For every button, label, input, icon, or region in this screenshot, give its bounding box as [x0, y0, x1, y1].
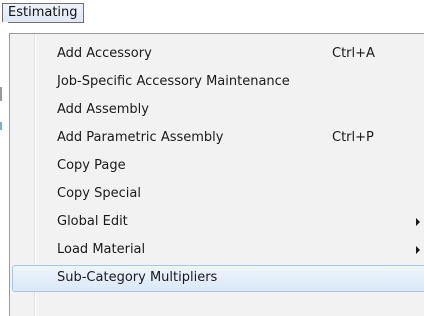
menu-item-copy-page[interactable]: Copy Page	[12, 153, 424, 180]
estimating-dropdown-menu: Add Accessory Ctrl+A Job-Specific Access…	[9, 33, 424, 316]
menu-item-add-assembly[interactable]: Add Assembly	[12, 97, 424, 124]
background-window-edge	[0, 22, 8, 316]
background-fragment	[0, 122, 2, 130]
menu-item-load-material[interactable]: Load Material	[12, 237, 424, 264]
menu-item-label: Global Edit	[57, 214, 128, 229]
menu-estimating[interactable]: Estimating	[2, 3, 84, 23]
background-fragment	[0, 87, 2, 101]
menu-item-shortcut: Ctrl+P	[332, 130, 374, 145]
menu-item-label: Sub-Category Multipliers	[57, 270, 218, 285]
menu-item-label: Copy Special	[57, 186, 141, 201]
menu-item-add-parametric-assembly[interactable]: Add Parametric Assembly Ctrl+P	[12, 125, 424, 152]
menu-bar: Estimating	[0, 0, 424, 23]
menu-item-label: Copy Page	[57, 158, 126, 173]
menu-item-label: Job-Specific Accessory Maintenance	[57, 74, 290, 89]
menu-item-sub-category-multipliers[interactable]: Sub-Category Multipliers	[12, 265, 424, 292]
chevron-right-icon	[416, 218, 420, 226]
menu-item-shortcut: Ctrl+A	[332, 46, 375, 61]
menu-item-label: Add Assembly	[57, 102, 149, 117]
menu-item-global-edit[interactable]: Global Edit	[12, 209, 424, 236]
menu-item-copy-special[interactable]: Copy Special	[12, 181, 424, 208]
menu-item-job-specific-accessory-maintenance[interactable]: Job-Specific Accessory Maintenance	[12, 69, 424, 96]
menu-item-add-accessory[interactable]: Add Accessory Ctrl+A	[12, 41, 424, 68]
chevron-right-icon	[416, 246, 420, 254]
menu-item-label: Add Accessory	[57, 46, 152, 61]
menu-item-label: Load Material	[57, 242, 146, 257]
menu-item-label: Add Parametric Assembly	[57, 130, 224, 145]
